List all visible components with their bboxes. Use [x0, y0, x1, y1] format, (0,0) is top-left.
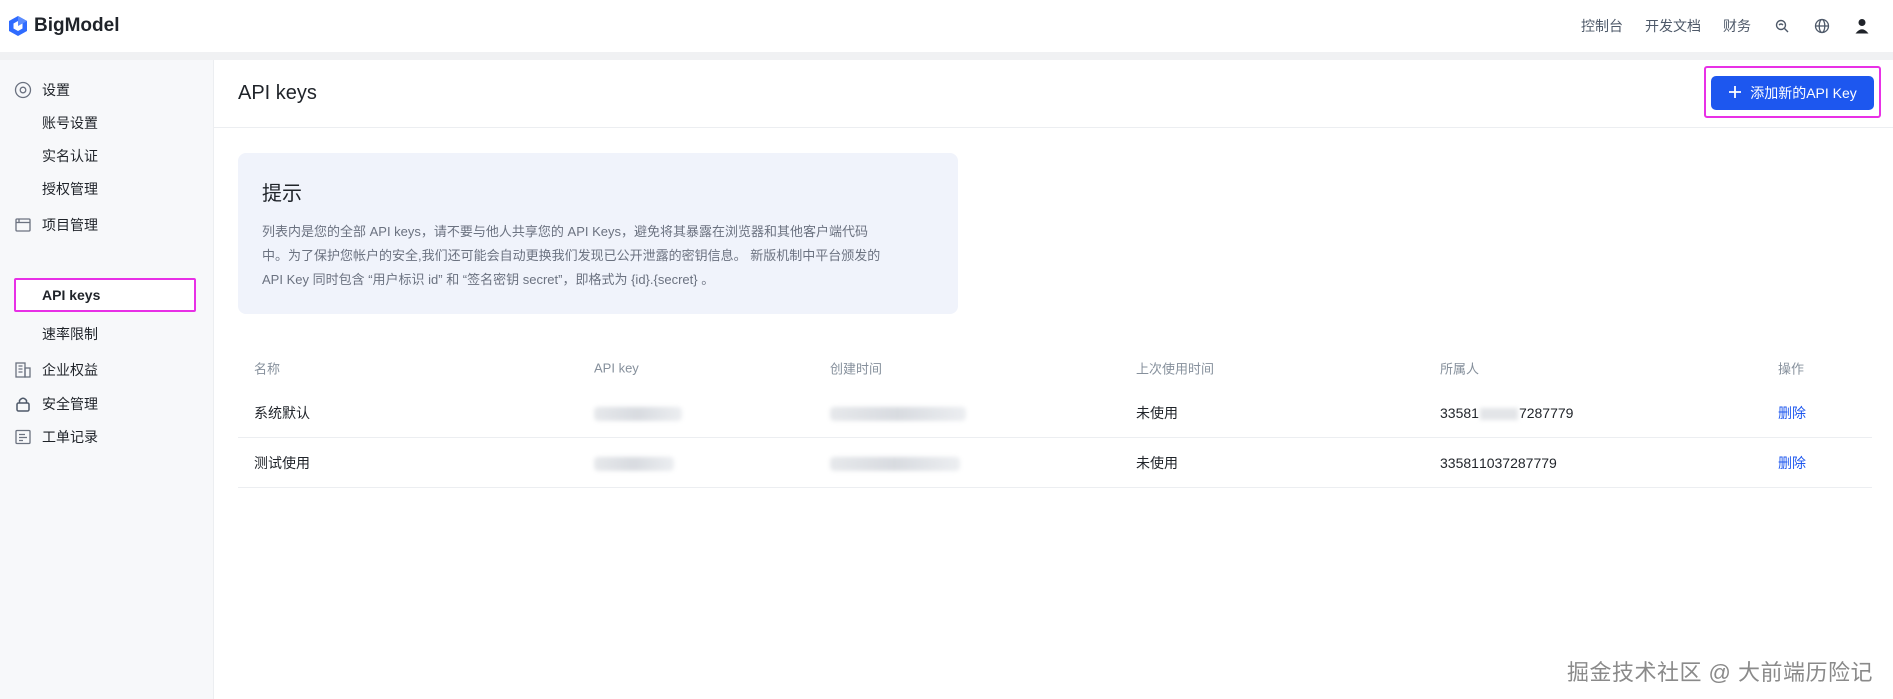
user-icon[interactable] — [1853, 17, 1871, 35]
add-api-key-label: 添加新的API Key — [1750, 85, 1857, 101]
table-header-row: 名称 API key 创建时间 上次使用时间 所属人 操作 — [238, 348, 1872, 388]
sidebar-item-ratelimit[interactable]: 速率限制 — [42, 324, 98, 344]
owner-prefix: 33581 — [1440, 404, 1479, 421]
sidebar-item-apikeys[interactable]: API keys — [14, 278, 196, 312]
tip-title: 提示 — [262, 183, 302, 205]
key-name: 系统默认 — [254, 404, 310, 421]
app-name: BigModel — [34, 15, 120, 36]
add-api-key-button[interactable]: 添加新的API Key — [1711, 76, 1874, 110]
owner-suffix: 7287779 — [1518, 404, 1574, 421]
sidebar-group-settings[interactable]: 设置 — [14, 80, 70, 100]
last-used: 未使用 — [1136, 404, 1178, 421]
owner-suffix: 1037287779 — [1478, 454, 1557, 471]
nav-docs[interactable]: 开发文档 — [1645, 16, 1701, 36]
column-header-action: 操作 — [1778, 361, 1805, 377]
table-row: 系统默认 未使用 33581 7287779 删除 — [238, 388, 1872, 438]
app-logo[interactable]: BigModel — [8, 15, 120, 37]
owner: 33581 7287779 — [1440, 405, 1573, 421]
gear-icon — [14, 81, 32, 99]
created-time-redacted — [830, 454, 960, 471]
folder-icon — [14, 216, 32, 234]
api-key-redacted — [594, 404, 682, 421]
logo-icon — [8, 15, 28, 37]
top-bar: BigModel 控制台 开发文档 财务 — [0, 0, 1893, 52]
sidebar-group-projects[interactable]: 项目管理 — [14, 215, 98, 235]
sidebar-item-auth[interactable]: 授权管理 — [42, 179, 98, 199]
page-title: API keys — [238, 82, 317, 104]
lock-icon — [14, 395, 32, 413]
column-header-created: 创建时间 — [830, 361, 883, 377]
sidebar-group-label: 企业权益 — [42, 362, 98, 378]
sidebar-item-account[interactable]: 账号设置 — [42, 113, 98, 133]
globe-icon[interactable] — [1813, 17, 1831, 35]
sidebar-group-tickets[interactable]: 工单记录 — [14, 427, 98, 447]
tip-body: 列表内是您的全部 API keys，请不要与他人共享您的 API Keys，避免… — [262, 220, 934, 292]
tip-line: 中。为了保护您帐户的安全,我们还可能会自动更换我们发现已公开泄露的密钥信息。 新… — [262, 248, 881, 263]
column-header-last-used: 上次使用时间 — [1136, 361, 1215, 377]
building-icon — [14, 361, 32, 379]
nav-console[interactable]: 控制台 — [1581, 16, 1623, 36]
column-header-apikey: API key — [594, 360, 639, 376]
watermark: 掘金技术社区 @ 大前端历险记 — [1566, 660, 1873, 685]
owner-prefix: 33581 — [1440, 454, 1479, 471]
sidebar-group-label: 安全管理 — [42, 396, 98, 412]
header-divider — [0, 52, 1893, 60]
nav-finance[interactable]: 财务 — [1723, 16, 1751, 36]
sidebar-group-security[interactable]: 安全管理 — [14, 394, 98, 414]
sidebar: 设置 账号设置 实名认证 授权管理 项目管理 API keys 速率限制 企业权… — [0, 60, 214, 699]
sidebar-group-label: 设置 — [42, 82, 70, 98]
owner-redacted — [1479, 407, 1518, 420]
tip-box: 提示 列表内是您的全部 API keys，请不要与他人共享您的 API Keys… — [238, 153, 958, 314]
plus-icon — [1728, 84, 1742, 102]
top-nav: 控制台 开发文档 财务 — [1581, 16, 1885, 36]
column-header-owner: 所属人 — [1440, 361, 1480, 377]
table-row: 测试使用 未使用 335811037287779 删除 — [238, 438, 1872, 488]
sidebar-item-realname[interactable]: 实名认证 — [42, 146, 98, 166]
ticket-icon — [14, 428, 32, 446]
api-key-redacted — [594, 454, 674, 471]
key-name: 测试使用 — [254, 454, 310, 471]
sidebar-group-enterprise[interactable]: 企业权益 — [14, 360, 98, 380]
delete-button[interactable]: 删除 — [1778, 453, 1806, 473]
api-keys-table: 名称 API key 创建时间 上次使用时间 所属人 操作 系统默认 未使用 3… — [238, 348, 1872, 488]
delete-button[interactable]: 删除 — [1778, 403, 1806, 423]
page-header: API keys — [214, 60, 1893, 128]
tip-line: 列表内是您的全部 API keys，请不要与他人共享您的 API Keys，避免… — [262, 224, 868, 239]
tip-line: API Key 同时包含 “用户标识 id” 和 “签名密钥 secret”，即… — [262, 272, 715, 287]
column-header-name: 名称 — [254, 361, 281, 377]
sidebar-group-label: 项目管理 — [42, 217, 98, 233]
last-used: 未使用 — [1136, 454, 1178, 471]
support-icon[interactable] — [1773, 17, 1791, 35]
owner: 335811037287779 — [1440, 455, 1557, 471]
created-time-redacted — [830, 404, 966, 421]
sidebar-group-label: 工单记录 — [42, 429, 98, 445]
